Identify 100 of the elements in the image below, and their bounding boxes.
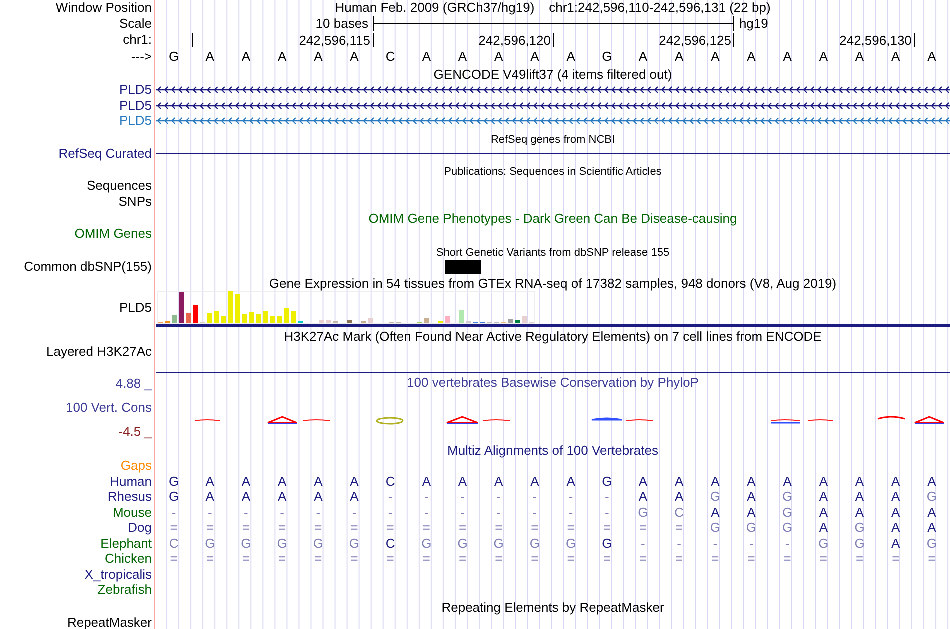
- base-letter: A: [818, 474, 829, 489]
- track-label[interactable]: PLD5: [0, 113, 156, 128]
- track-label[interactable]: Rhesus: [0, 489, 156, 504]
- base-letter: A: [674, 474, 685, 489]
- base-letter: =: [927, 551, 937, 566]
- track-title: H3K27Ac Mark (Often Found Near Active Regulatory Elements) on 7 cell lines from ENCODE: [284, 329, 822, 344]
- base-letter: A: [746, 504, 757, 520]
- scale-label: 10 bases: [316, 16, 369, 31]
- base-letter: =: [494, 551, 504, 566]
- track-label[interactable]: Human: [0, 474, 156, 489]
- base-letter: G: [276, 536, 288, 551]
- track-label[interactable]: 100 Vert. Cons: [66, 400, 152, 415]
- conservation-mark: [878, 416, 906, 420]
- base-letter: =: [241, 551, 252, 566]
- gene-strand-line[interactable]: [156, 85, 950, 95]
- base-letter: G: [637, 504, 650, 520]
- base-letter: -: [460, 489, 466, 504]
- base-letter: A: [890, 49, 902, 65]
- base-letter: =: [566, 520, 576, 536]
- base-letter: G: [926, 536, 938, 551]
- track-label[interactable]: Common dbSNP(155): [0, 258, 156, 274]
- base-letter: =: [169, 520, 179, 536]
- coordinate-label: 242,596,130: [840, 33, 913, 49]
- base-letter: -: [387, 489, 394, 504]
- base-letter: =: [674, 551, 684, 566]
- track-label[interactable]: RefSeq Curated: [0, 146, 156, 161]
- track-label[interactable]: Dog: [0, 520, 156, 536]
- track-label[interactable]: PLD5: [0, 98, 156, 113]
- base-letter: G: [782, 489, 794, 504]
- conservation-mark: [914, 416, 945, 424]
- base-letter: A: [818, 520, 829, 536]
- ruler-tick: [192, 33, 194, 47]
- base-letter: A: [276, 474, 288, 489]
- base-letter: =: [818, 551, 828, 566]
- base-letter: -: [170, 504, 178, 520]
- base-letter: A: [854, 49, 866, 65]
- assembly-title: Human Feb. 2009 (GRCh37/hg19): [335, 0, 535, 15]
- variant-mark[interactable]: [444, 260, 481, 274]
- track-label[interactable]: Mouse: [0, 504, 156, 520]
- base-letter: =: [386, 520, 396, 536]
- track-label[interactable]: Elephant: [0, 536, 156, 551]
- track-label[interactable]: Sequences: [0, 178, 156, 194]
- base-letter: -: [351, 504, 358, 520]
- gene-strand-line[interactable]: [156, 100, 950, 110]
- base-letter: C: [168, 536, 180, 551]
- base-letter: -: [496, 504, 502, 520]
- conservation-mark: [302, 420, 330, 422]
- base-letter: -: [532, 504, 538, 520]
- base-letter: =: [638, 551, 648, 566]
- base-letter: A: [349, 489, 360, 504]
- base-letter: G: [420, 536, 433, 551]
- track-label[interactable]: RepeatMasker: [0, 614, 156, 629]
- position-text: chr1:242,596,110-242,596,131 (22 bp): [549, 0, 771, 15]
- base-letter: A: [276, 49, 288, 65]
- base-letter: -: [532, 489, 538, 504]
- base-letter: A: [890, 520, 902, 536]
- base-letter: A: [890, 489, 902, 504]
- row-label: chr1:: [122, 31, 153, 49]
- track-label[interactable]: Chicken: [0, 551, 156, 566]
- base-letter: G: [492, 536, 505, 551]
- base-letter: =: [530, 551, 540, 566]
- base-letter: A: [854, 474, 866, 489]
- base-letter: -: [748, 536, 755, 551]
- base-letter: G: [601, 536, 614, 551]
- conservation-mark: [446, 416, 479, 424]
- row-label: Window Position: [54, 0, 153, 16]
- track-label[interactable]: Layered H3K27Ac: [0, 344, 156, 373]
- base-letter: A: [204, 489, 216, 504]
- strand-label: --->: [130, 49, 153, 65]
- base-letter: -: [387, 504, 394, 520]
- track-title: Multiz Alignments of 100 Vertebrates: [447, 443, 658, 458]
- base-letter: A: [494, 474, 504, 489]
- base-letter: A: [890, 504, 902, 520]
- base-letter: =: [314, 551, 324, 566]
- base-letter: =: [710, 551, 720, 566]
- base-letter: -: [424, 489, 430, 504]
- base-letter: A: [494, 49, 504, 65]
- track-label[interactable]: PLD5: [0, 291, 156, 327]
- base-letter: =: [566, 551, 576, 566]
- base-letter: -: [496, 489, 502, 504]
- base-letter: -: [424, 504, 430, 520]
- base-letter: G: [926, 489, 938, 504]
- track-label[interactable]: PLD5: [0, 82, 156, 98]
- base-letter: C: [674, 504, 685, 520]
- base-letter: -: [460, 504, 466, 520]
- assembly-label: hg19: [739, 16, 768, 31]
- track-label[interactable]: X_tropicalis: [0, 566, 156, 582]
- base-letter: A: [313, 49, 324, 65]
- base-letter: A: [349, 49, 360, 65]
- base-letter: A: [530, 49, 540, 65]
- base-letter: A: [204, 474, 216, 489]
- base-letter: -: [568, 504, 574, 520]
- base-letter: G: [168, 49, 180, 65]
- track-label[interactable]: OMIM Genes: [0, 226, 156, 242]
- base-letter: A: [240, 489, 252, 504]
- base-letter: =: [854, 551, 865, 566]
- base-letter: =: [278, 551, 288, 566]
- track-label[interactable]: Zebrafish: [0, 582, 156, 598]
- track-label[interactable]: SNPs: [0, 194, 156, 209]
- base-letter: A: [926, 474, 938, 489]
